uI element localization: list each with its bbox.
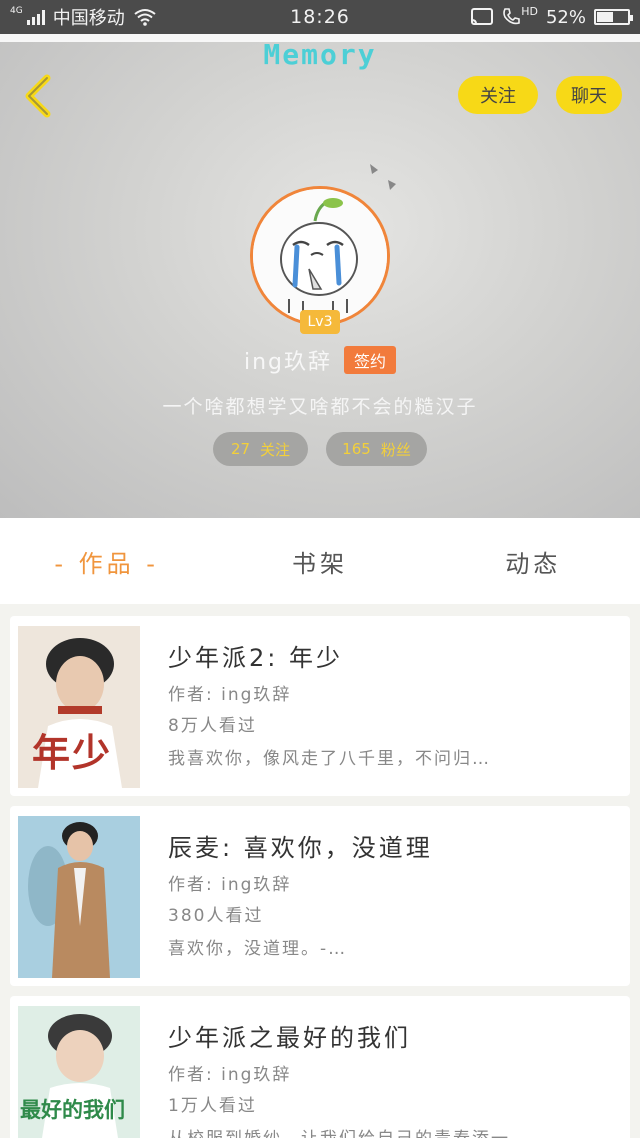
status-left: 4G 中国移动 xyxy=(10,4,157,30)
book-cover-title: 年少 xyxy=(32,731,113,775)
book-info: 少年派之最好的我们 作者: ing玖辞 1万人看过 从校服到婚纱，让我们给自己的… xyxy=(168,1018,616,1138)
status-bar: 4G 中国移动 18:26 HD 52% xyxy=(0,0,640,34)
book-read-count: 380人看过 xyxy=(168,906,264,926)
fans-count: 165 xyxy=(342,440,371,458)
book-info: 辰麦: 喜欢你，没道理 作者: ing玖辞 380人看过 喜欢你，没道理。-… xyxy=(168,828,616,959)
username: ing玖辞 xyxy=(243,350,332,375)
username-row: ing玖辞 签约 xyxy=(0,344,640,376)
profile-tabs: - 作品 - 书架 动态 xyxy=(0,518,640,604)
tab-activity[interactable]: 动态 xyxy=(427,544,640,579)
following-count: 27 xyxy=(230,440,251,458)
chevron-left-icon xyxy=(25,74,51,118)
book-title: 少年派之最好的我们 xyxy=(168,1024,411,1052)
phone-hd-icon xyxy=(503,8,521,25)
book-description: 我喜欢你，像风走了八千里，不问归… xyxy=(168,749,491,769)
follow-button[interactable]: 关注 xyxy=(458,76,538,114)
avatar[interactable] xyxy=(250,186,390,326)
book-title: 辰麦: 喜欢你，没道理 xyxy=(168,834,433,862)
hd-label: HD xyxy=(521,4,538,18)
cast-icon xyxy=(471,8,494,25)
book-card[interactable]: 年少 少年派2: 年少 作者: ing玖辞 8万人看过 我喜欢你，像风走了八千里… xyxy=(10,616,630,796)
book-author: 作者: ing玖辞 xyxy=(168,685,292,705)
network-type: 4G xyxy=(10,6,23,16)
level-badge: Lv3 xyxy=(300,310,340,334)
book-author: 作者: ing玖辞 xyxy=(168,1065,292,1085)
book-author: 作者: ing玖辞 xyxy=(168,875,292,895)
book-cover xyxy=(18,816,140,978)
wifi-icon xyxy=(134,9,156,26)
tab-works[interactable]: - 作品 - xyxy=(0,544,213,579)
avatar-image xyxy=(253,189,387,323)
user-bio: 一个啥都想学又啥都不会的糙汉子 xyxy=(162,396,478,418)
sparkle-decoration xyxy=(370,164,396,190)
book-description: 从校服到婚纱，让我们给自己的青春添一… xyxy=(168,1124,616,1138)
book-cover: 最好的我们 xyxy=(18,1006,140,1138)
fans-stat-button[interactable]: 165 粉丝 xyxy=(326,432,427,466)
chat-button[interactable]: 聊天 xyxy=(556,76,622,114)
carrier-name: 中国移动 xyxy=(52,8,125,29)
signed-badge: 签约 xyxy=(344,346,397,374)
tab-bookshelf[interactable]: 书架 xyxy=(213,544,426,579)
book-card[interactable]: 最好的我们 少年派之最好的我们 作者: ing玖辞 1万人看过 从校服到婚纱，让… xyxy=(10,996,630,1138)
app-title: Memory xyxy=(263,38,377,71)
book-title: 少年派2: 年少 xyxy=(168,644,343,672)
book-read-count: 8万人看过 xyxy=(168,716,257,736)
book-cover-title: 最好的我们 xyxy=(20,1098,125,1122)
book-card[interactable]: 辰麦: 喜欢你，没道理 作者: ing玖辞 380人看过 喜欢你，没道理。-… xyxy=(10,806,630,986)
fans-label: 粉丝 xyxy=(380,440,411,459)
book-read-count: 1万人看过 xyxy=(168,1096,257,1116)
status-right: HD 52% xyxy=(471,4,633,28)
profile-header: Memory 关注 聊天 Lv3 ing玖辞 签约 一个啥都想学又啥都不会的糙汉… xyxy=(0,34,640,518)
signal-icon xyxy=(26,9,45,25)
following-label: 关注 xyxy=(260,440,291,459)
back-button[interactable] xyxy=(16,74,60,118)
following-stat-button[interactable]: 27 关注 xyxy=(213,432,308,466)
book-description: 喜欢你，没道理。-… xyxy=(168,939,348,959)
battery-percent: 52% xyxy=(545,6,586,28)
battery-icon xyxy=(594,9,633,25)
book-info: 少年派2: 年少 作者: ing玖辞 8万人看过 我喜欢你，像风走了八千里，不问… xyxy=(168,638,616,769)
book-cover: 年少 xyxy=(18,626,140,788)
book-cover-image xyxy=(18,816,140,978)
